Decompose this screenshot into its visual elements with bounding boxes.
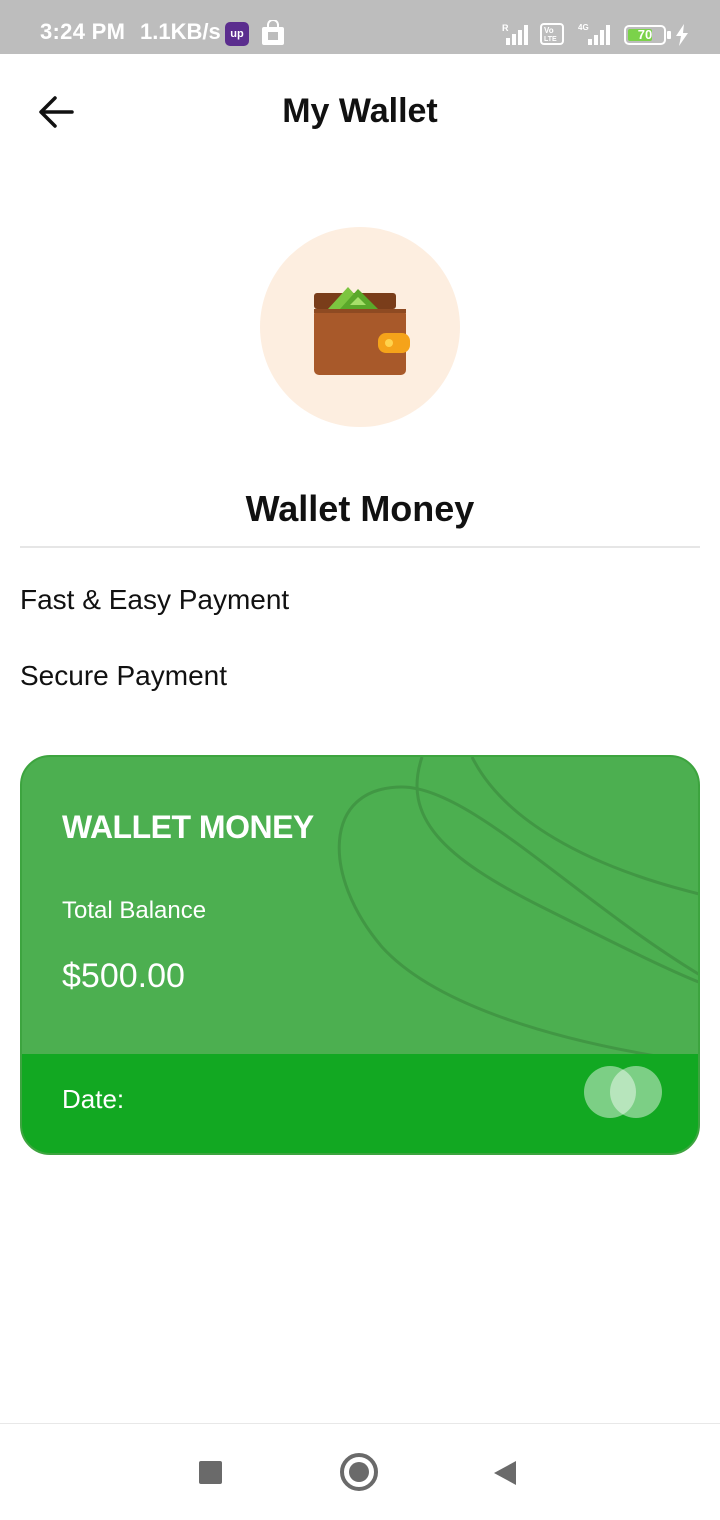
svg-text:LTE: LTE bbox=[544, 36, 557, 43]
wallet-icon-container bbox=[260, 227, 460, 427]
app-notification-icon: up bbox=[225, 22, 249, 46]
status-time: 3:24 PM bbox=[40, 19, 126, 44]
wallet-card: WALLET MONEY Total Balance $500.00 Date: bbox=[20, 755, 700, 1155]
status-network-speed: 1.1KB/s bbox=[140, 19, 221, 44]
feature-fast-easy-payment: Fast & Easy Payment bbox=[20, 584, 290, 615]
signal-strength-icon: R bbox=[502, 23, 528, 45]
shopping-bag-icon bbox=[262, 20, 284, 45]
volte-icon: Vo LTE bbox=[540, 23, 564, 45]
home-button[interactable] bbox=[340, 1453, 378, 1491]
svg-text:4G: 4G bbox=[578, 23, 589, 32]
card-title: WALLET MONEY bbox=[62, 809, 314, 845]
card-footer: Date: bbox=[22, 1054, 698, 1153]
page-title: My Wallet bbox=[282, 92, 438, 130]
status-bar: 3:24 PM 1.1KB/s up R Vo LTE 4G 70 bbox=[0, 0, 720, 54]
battery-tip bbox=[667, 31, 671, 39]
date-label: Date: bbox=[62, 1084, 125, 1114]
circle-icon bbox=[349, 1462, 369, 1482]
nav-back-button[interactable] bbox=[492, 1459, 518, 1487]
battery-icon: 70 bbox=[624, 25, 666, 45]
wallet-icon bbox=[314, 287, 410, 375]
4g-signal-icon: 4G bbox=[578, 23, 610, 45]
feature-secure-payment: Secure Payment bbox=[20, 660, 227, 691]
triangle-back-icon bbox=[494, 1461, 516, 1485]
divider bbox=[20, 546, 700, 548]
recents-button[interactable] bbox=[199, 1461, 222, 1484]
total-balance-value: $500.00 bbox=[62, 957, 185, 995]
total-balance-label: Total Balance bbox=[62, 897, 207, 924]
card-network-logo-icon bbox=[584, 1066, 664, 1118]
svg-text:R: R bbox=[502, 23, 509, 33]
svg-text:Vo: Vo bbox=[544, 26, 554, 35]
system-nav-bar bbox=[0, 1423, 720, 1520]
charging-bolt-icon bbox=[676, 24, 688, 46]
logo-circle-right bbox=[610, 1066, 662, 1118]
wallet-heading: Wallet Money bbox=[245, 488, 475, 529]
battery-level: 70 bbox=[637, 27, 653, 42]
